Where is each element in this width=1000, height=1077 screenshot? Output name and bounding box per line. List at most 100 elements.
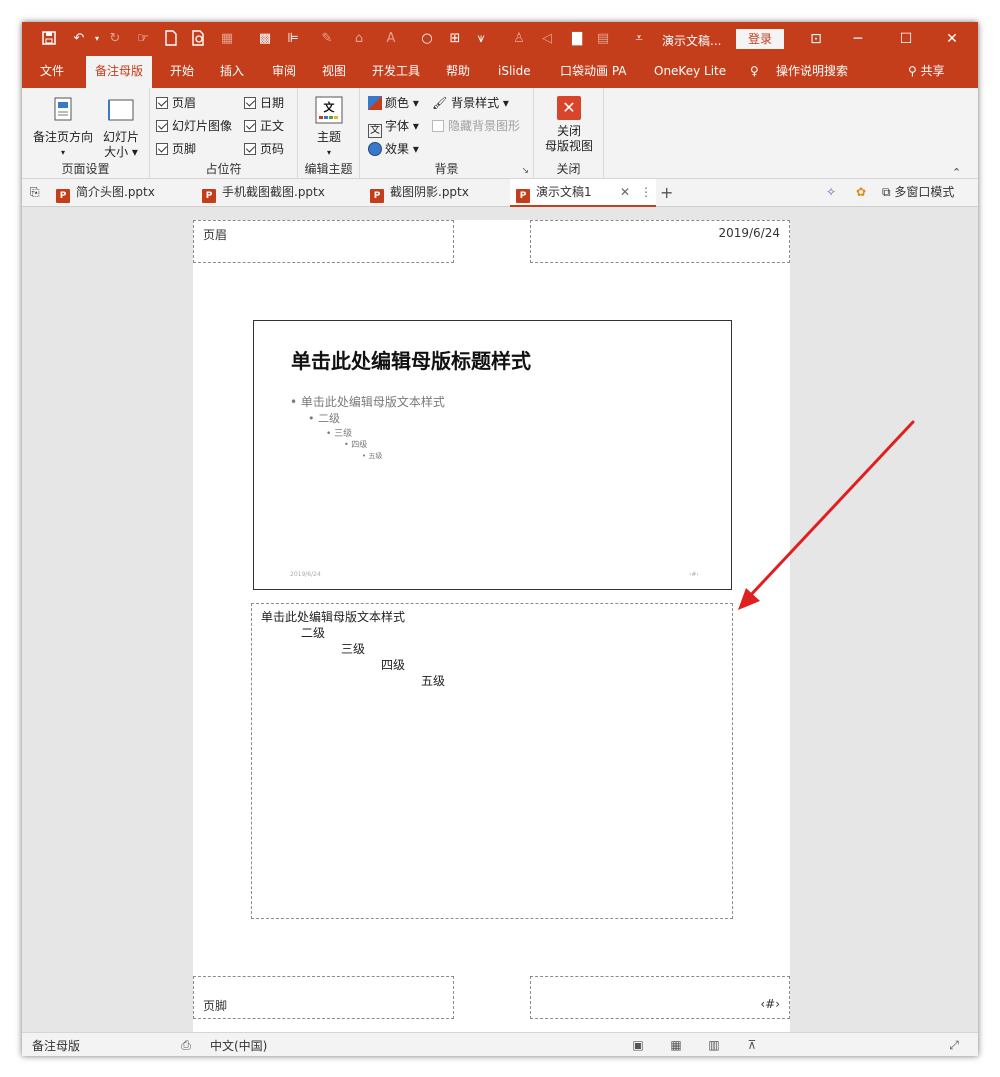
document-tab-active[interactable]: P 演示文稿1 ✕ ⋮: [510, 179, 656, 207]
tab-menu-icon[interactable]: ⎘: [30, 179, 40, 207]
slide-image-placeholder[interactable]: 单击此处编辑母版标题样式 • 单击此处编辑母版文本样式 • 二级 • 三级 • …: [253, 320, 732, 590]
document-tab[interactable]: P 简介头图.pptx: [56, 179, 155, 207]
ppt-file-icon: P: [516, 189, 530, 203]
layer-icon[interactable]: ▇: [568, 30, 586, 48]
collapse-ribbon-icon[interactable]: ⌃: [952, 166, 961, 179]
tab-notes-master[interactable]: 备注母版: [86, 56, 153, 88]
save-icon[interactable]: [40, 30, 58, 48]
tab-onekey-lite[interactable]: OneKey Lite: [654, 56, 726, 88]
checkbox-checked-icon: [156, 120, 168, 132]
dialog-launcher-icon[interactable]: ↘: [521, 166, 529, 176]
close-master-view-button[interactable]: ✕ 关闭 母版视图: [540, 96, 598, 154]
tab-developer[interactable]: 开发工具: [372, 56, 420, 88]
chevron-down-icon: ▾: [60, 148, 65, 157]
slide-sorter-icon[interactable]: ▦: [668, 1037, 684, 1053]
checkbox-footer[interactable]: 页脚: [156, 140, 196, 157]
gear-icon[interactable]: ✿: [856, 179, 866, 207]
login-button[interactable]: 登录: [736, 29, 784, 49]
close-icon[interactable]: ✕: [934, 27, 970, 51]
print-preview-icon[interactable]: [190, 30, 208, 48]
lightbulb-icon: ♀: [750, 64, 759, 78]
minimize-icon[interactable]: ─: [840, 27, 876, 51]
page-number-placeholder[interactable]: ‹#›: [530, 976, 790, 1019]
footer-text: 页脚: [203, 999, 228, 1013]
checkbox-checked-icon: [244, 120, 256, 132]
notes-body-placeholder[interactable]: 单击此处编辑母版文本样式 二级 三级 四级 五级: [251, 603, 733, 919]
reading-view-icon[interactable]: ▥: [706, 1037, 722, 1053]
background-styles-button[interactable]: 🖌︎ 背景样式 ▾: [432, 94, 509, 111]
theme-label: 主题: [316, 130, 341, 144]
more-icon[interactable]: ⋮: [640, 179, 652, 206]
notes-level-3: 三级: [341, 642, 366, 656]
touch-mode-icon[interactable]: ☞: [134, 30, 152, 48]
brush-icon[interactable]: ⩛: [472, 30, 490, 48]
checkbox-body[interactable]: 正文: [244, 117, 284, 134]
fonts-button[interactable]: 文字体 ▾: [368, 117, 419, 138]
orientation-label: 备注页方向: [32, 130, 93, 144]
tab-file[interactable]: 文件: [40, 56, 64, 88]
tab-review[interactable]: 审阅: [272, 56, 296, 88]
chevron-down-icon[interactable]: ▾: [88, 30, 106, 48]
tab-insert[interactable]: 插入: [220, 56, 244, 88]
share-button[interactable]: ⚲ 共享: [908, 56, 945, 88]
checkbox-page-number[interactable]: 页码: [244, 140, 284, 157]
theme-button[interactable]: 文 主题 ▾: [306, 94, 352, 160]
tab-pocket-animation[interactable]: 口袋动画 PA: [560, 56, 627, 88]
new-icon[interactable]: [162, 30, 180, 48]
close-tab-icon[interactable]: ✕: [620, 179, 630, 206]
slide-size-button[interactable]: 幻灯片 大小 ▾: [96, 94, 146, 160]
multi-window-button[interactable]: ⧉ 多窗口模式: [882, 179, 954, 207]
checkbox-date[interactable]: 日期: [244, 94, 284, 111]
notes-orientation-button[interactable]: 备注页方向 ▾: [28, 94, 98, 160]
date-placeholder[interactable]: 2019/6/24: [530, 220, 790, 263]
colors-button[interactable]: 颜色 ▾: [368, 94, 419, 111]
customize-icon[interactable]: ⩡: [630, 30, 648, 48]
tab-islide[interactable]: iSlide: [498, 56, 531, 88]
language-label[interactable]: 中文(中国): [210, 1037, 267, 1054]
ppt-file-icon: P: [56, 189, 70, 203]
grid-icon[interactable]: ▩: [256, 30, 274, 48]
crop-icon[interactable]: ⊞: [446, 30, 464, 48]
spell-check-icon[interactable]: ⎙: [178, 1037, 194, 1053]
new-tab-icon[interactable]: +: [660, 179, 673, 207]
effects-button[interactable]: 效果 ▾: [368, 140, 419, 157]
slide-body-level-2: • 二级: [308, 412, 340, 425]
ribbon-display-icon[interactable]: ⊡: [798, 27, 834, 51]
document-title: 演示文稿...: [662, 34, 722, 48]
ribbon: 备注页方向 ▾ 幻灯片 大小 ▾ 页面设置 页眉 幻灯片图像 页脚 日期 正文 …: [22, 88, 978, 179]
theme-icon: 文: [315, 96, 343, 124]
hide-background-checkbox: 隐藏背景图形: [432, 117, 520, 134]
image-icon: ▦: [220, 31, 234, 46]
tab-help[interactable]: 帮助: [446, 56, 470, 88]
slide-size-icon: [108, 99, 134, 121]
group-close: ✕ 关闭 母版视图 关闭: [534, 88, 604, 179]
normal-view-icon[interactable]: ▣: [630, 1037, 646, 1053]
header-text: 页眉: [203, 228, 228, 242]
checkbox-checked-icon: [244, 143, 256, 155]
align-icon[interactable]: ⊫: [284, 30, 302, 48]
header-placeholder[interactable]: 页眉: [193, 220, 454, 263]
fit-to-window-icon[interactable]: ⤢: [946, 1037, 962, 1053]
group-placeholders: 页眉 幻灯片图像 页脚 日期 正文 页码 占位符: [150, 88, 298, 179]
footer-placeholder[interactable]: 页脚: [193, 976, 454, 1019]
shape-icon[interactable]: ○: [418, 30, 436, 48]
slide-date: 2019/6/24: [290, 571, 321, 578]
group-label: 编辑主题: [304, 162, 353, 176]
tab-home[interactable]: 开始: [170, 56, 194, 88]
checkbox-header[interactable]: 页眉: [156, 94, 196, 111]
maximize-icon[interactable]: ☐: [888, 27, 924, 51]
document-tab[interactable]: P 截图阴影.pptx: [370, 179, 469, 207]
undo-icon[interactable]: ↶: [70, 30, 88, 48]
date-text: 2019/6/24: [718, 226, 780, 240]
magic-icon[interactable]: ✧: [826, 179, 836, 207]
ppt-file-icon: P: [370, 189, 384, 203]
tab-view[interactable]: 视图: [322, 56, 346, 88]
checkbox-checked-icon: [156, 143, 168, 155]
checkbox-slide-image[interactable]: 幻灯片图像: [156, 117, 232, 134]
tell-me-search[interactable]: 操作说明搜索: [776, 56, 848, 88]
document-tab[interactable]: P 手机截图截图.pptx: [202, 179, 325, 207]
slideshow-icon[interactable]: ⊼: [744, 1037, 760, 1053]
document-tabs: ⎘ P 简介头图.pptx P 手机截图截图.pptx P 截图阴影.pptx P 演示…: [22, 179, 978, 207]
slide-body-level-3: • 三级: [326, 429, 353, 439]
group-page-setup: 备注页方向 ▾ 幻灯片 大小 ▾ 页面设置: [22, 88, 150, 179]
